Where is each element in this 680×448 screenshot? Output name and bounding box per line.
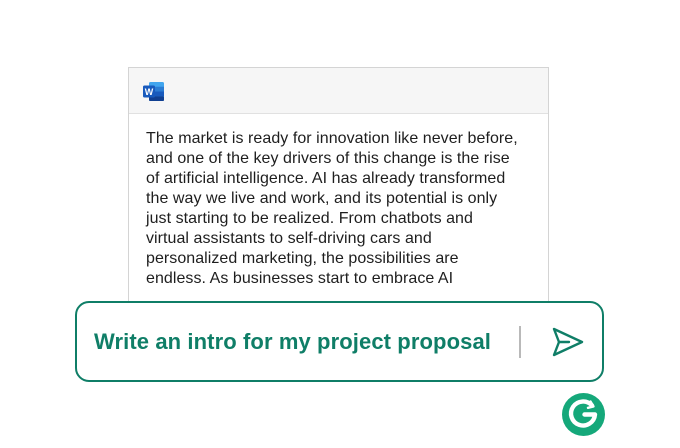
document-line: The market is ready for innovation like … [146, 130, 518, 147]
word-icon[interactable]: W [143, 82, 164, 101]
document-line: the way we live and work, and its potent… [146, 190, 498, 207]
document-line: and one of the key drivers of this chang… [146, 150, 510, 167]
document-line: endless. As businesses start to embrace … [146, 270, 454, 287]
prompt-input-box[interactable]: Write an intro for my project proposal [75, 301, 604, 382]
grammarly-logo-icon [562, 393, 605, 436]
document-line: personalized marketing, the possibilitie… [146, 250, 459, 267]
document-line: just starting to be realized. From chatb… [146, 210, 473, 227]
document-line: virtual assistants to self-driving cars … [146, 230, 432, 247]
document-body[interactable]: The market is ready for innovation like … [129, 114, 548, 289]
word-icon-letter: W [145, 87, 154, 97]
document-line: of artificial intelligence. AI has alrea… [146, 170, 506, 187]
document-toolbar: W [129, 68, 548, 114]
word-document-window: W The market is ready for innovation lik… [128, 67, 549, 317]
send-icon[interactable] [551, 325, 585, 359]
text-caret [519, 326, 521, 358]
prompt-input-text[interactable]: Write an intro for my project proposal [94, 328, 491, 356]
stage: W The market is ready for innovation lik… [0, 0, 680, 448]
